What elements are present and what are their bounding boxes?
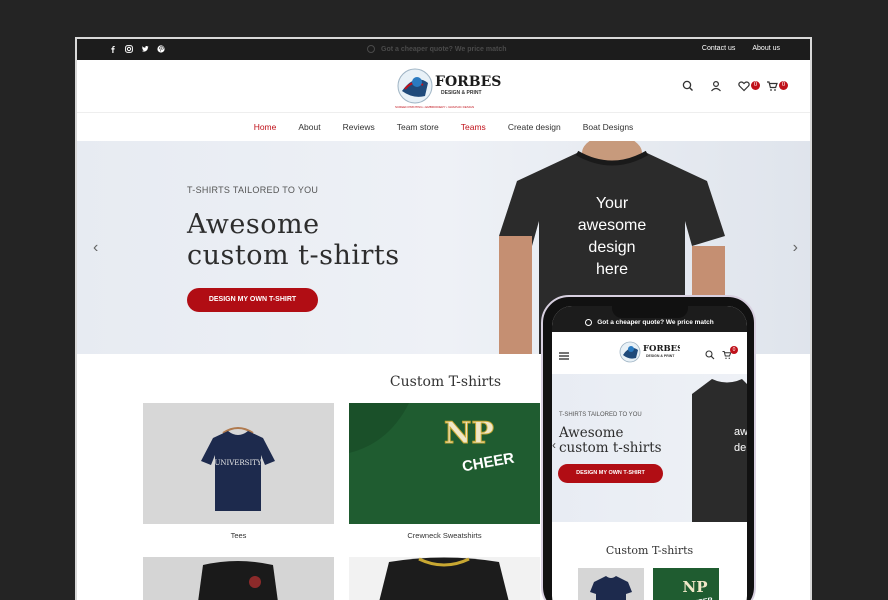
- top-bar: Got a cheaper quote? We price match Cont…: [77, 39, 810, 60]
- mobile-shirt-text: aw de: [734, 424, 747, 456]
- mobile-title-line: custom t-shirts: [559, 440, 662, 456]
- phone-notch: [612, 306, 688, 318]
- close-icon[interactable]: [585, 318, 593, 326]
- main-nav: Home About Reviews Team store Teams Crea…: [77, 113, 810, 141]
- mobile-design-button[interactable]: DESIGN MY OWN T-SHIRT: [558, 464, 663, 483]
- shirt-line: awesome: [577, 217, 647, 234]
- mobile-hero: aw de ‹ T-SHIRTS TAILORED TO YOU Awesome…: [552, 374, 747, 522]
- mobile-card-crewneck[interactable]: NPCHEER: [653, 568, 719, 600]
- logo[interactable]: FORBES DESIGN & PRINT SCREEN PRINTING • …: [395, 65, 501, 111]
- phone-mockup: Got a cheaper quote? We price match FORB…: [541, 295, 756, 600]
- header-icons: 0 0: [682, 79, 788, 93]
- shirt-line: design: [588, 239, 636, 256]
- mobile-screen: Got a cheaper quote? We price match FORB…: [552, 306, 747, 600]
- close-icon[interactable]: [367, 45, 375, 53]
- mobile-section-title: Custom T-shirts: [605, 544, 694, 557]
- shirt-line: aw: [734, 426, 747, 438]
- prev-arrow-icon[interactable]: ‹: [552, 438, 556, 452]
- card-label-crewneck[interactable]: Crewneck Sweatshirts: [349, 531, 540, 540]
- mobile-logo[interactable]: FORBES DESIGN & PRINT: [618, 339, 683, 372]
- product-card-hoodie[interactable]: [349, 557, 540, 600]
- nav-teams[interactable]: Teams: [461, 122, 486, 132]
- promo-banner: Got a cheaper quote? We price match: [367, 45, 507, 53]
- cart-icon[interactable]: 0: [766, 79, 788, 93]
- design-shirt-button[interactable]: DESIGN MY OWN T-SHIRT: [187, 288, 318, 312]
- about-link[interactable]: About us: [752, 45, 780, 52]
- hero-title-line2: custom t-shirts: [187, 240, 400, 271]
- nav-about[interactable]: About: [298, 122, 320, 132]
- mobile-hero-title: Awesome custom t-shirts: [559, 426, 662, 456]
- hero-title-line1: Awesome: [187, 209, 320, 240]
- search-icon[interactable]: [682, 79, 696, 93]
- svg-text:NP: NP: [444, 416, 494, 451]
- mobile-title-line: Awesome: [559, 425, 624, 441]
- instagram-icon[interactable]: [125, 45, 133, 53]
- twitter-icon[interactable]: [141, 45, 149, 53]
- search-icon[interactable]: [705, 347, 715, 365]
- cart-badge: 0: [779, 81, 788, 90]
- nav-create-design[interactable]: Create design: [508, 122, 561, 132]
- card-label-tees[interactable]: Tees: [143, 531, 334, 540]
- nav-boat-designs[interactable]: Boat Designs: [583, 122, 634, 132]
- brand-sub: DESIGN & PRINT: [441, 90, 482, 96]
- contact-link[interactable]: Contact us: [702, 45, 735, 52]
- heart-icon[interactable]: 0: [738, 79, 760, 93]
- mobile-promo-text: Got a cheaper quote? We price match: [597, 318, 714, 326]
- nav-team-store[interactable]: Team store: [397, 122, 439, 132]
- shirt-line: de: [734, 442, 747, 454]
- tee-print: UNIVERSITY: [214, 459, 261, 467]
- product-card-jacket[interactable]: [143, 557, 334, 600]
- pinterest-icon[interactable]: [157, 45, 165, 53]
- facebook-icon[interactable]: [109, 45, 117, 53]
- mobile-header: FORBES DESIGN & PRINT 0: [552, 332, 747, 374]
- product-card-tees[interactable]: UNIVERSITY: [143, 403, 334, 524]
- menu-icon[interactable]: [559, 347, 569, 365]
- shirt-line: here: [595, 261, 629, 278]
- hero-subtitle: T-SHIRTS TAILORED TO YOU: [187, 185, 319, 195]
- hero-title: Awesome custom t-shirts: [187, 209, 400, 271]
- brand-name: FORBES: [435, 74, 502, 90]
- svg-text:NP: NP: [683, 578, 708, 596]
- mobile-brand: FORBES: [643, 344, 680, 354]
- user-icon[interactable]: [710, 79, 724, 93]
- top-links: Contact us About us: [702, 45, 780, 52]
- mobile-hero-subtitle: T-SHIRTS TAILORED TO YOU: [559, 412, 642, 418]
- promo-text: Got a cheaper quote? We price match: [381, 45, 507, 53]
- mobile-card-tees[interactable]: [578, 568, 644, 600]
- next-arrow-icon[interactable]: ›: [793, 239, 798, 257]
- nav-reviews[interactable]: Reviews: [343, 122, 375, 132]
- mobile-cart-badge: 0: [730, 346, 738, 354]
- product-card-crewneck[interactable]: NP CHEER: [349, 403, 540, 524]
- mobile-brand-sub: DESIGN & PRINT: [646, 354, 675, 358]
- shirt-text: Your awesome design here: [557, 193, 667, 281]
- prev-arrow-icon[interactable]: ‹: [93, 239, 98, 257]
- wishlist-badge: 0: [751, 81, 760, 90]
- social-links: [109, 45, 165, 53]
- nav-home[interactable]: Home: [254, 122, 277, 132]
- brand-tagline: SCREEN PRINTING • EMBROIDERY • GRAPHIC D…: [395, 105, 475, 109]
- site-header: FORBES DESIGN & PRINT SCREEN PRINTING • …: [77, 60, 810, 113]
- shirt-line: Your: [595, 195, 629, 212]
